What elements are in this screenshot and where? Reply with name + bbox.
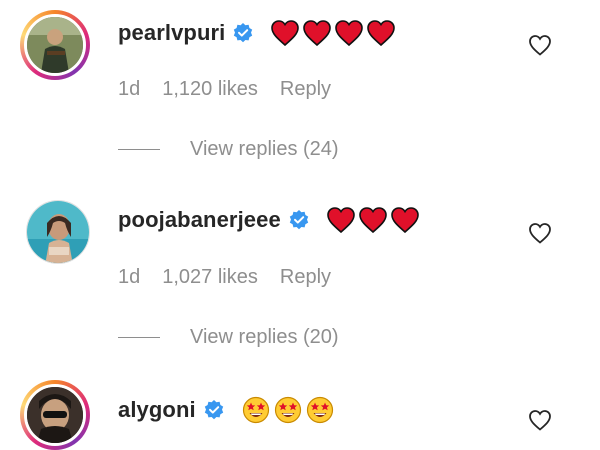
like-heart-icon[interactable] (528, 34, 552, 56)
username[interactable]: poojabanerjeee (118, 207, 281, 233)
view-replies-button[interactable]: View replies (24) (190, 138, 339, 161)
view-replies-button[interactable]: View replies (20) (190, 326, 339, 349)
comment-text (326, 207, 419, 233)
star-struck-emoji-icon (274, 396, 302, 424)
red-heart-icon (271, 20, 300, 46)
comment-text (242, 396, 334, 424)
avatar[interactable] (26, 200, 90, 264)
star-struck-emoji-icon (242, 396, 270, 424)
red-heart-icon (358, 207, 387, 233)
verified-badge-icon (233, 23, 253, 43)
like-heart-icon[interactable] (528, 222, 552, 244)
reply-button[interactable]: Reply (280, 78, 331, 101)
verified-badge-icon (204, 400, 224, 420)
comment-time: 1d (118, 78, 141, 100)
comment-time: 1d (118, 266, 141, 288)
username[interactable]: alygoni (118, 397, 196, 423)
red-heart-icon (367, 20, 396, 46)
likes-count[interactable]: 1,027 likes (162, 266, 258, 289)
like-heart-icon[interactable] (528, 409, 552, 431)
avatar-photo (27, 17, 83, 73)
replies-divider (118, 149, 160, 150)
red-heart-icon (326, 207, 355, 233)
red-heart-icon (390, 207, 419, 233)
avatar-photo (27, 201, 89, 263)
red-heart-icon (303, 20, 332, 46)
reply-button[interactable]: Reply (280, 266, 331, 289)
likes-count[interactable]: 1,120 likes (162, 78, 258, 101)
comment-text (271, 20, 396, 46)
verified-badge-icon (289, 210, 309, 230)
replies-divider (118, 337, 160, 338)
avatar[interactable] (20, 10, 90, 80)
username[interactable]: pearlvpuri (118, 20, 225, 46)
star-struck-emoji-icon (306, 396, 334, 424)
red-heart-icon (335, 20, 364, 46)
avatar-photo (27, 387, 83, 443)
avatar[interactable] (20, 380, 90, 450)
